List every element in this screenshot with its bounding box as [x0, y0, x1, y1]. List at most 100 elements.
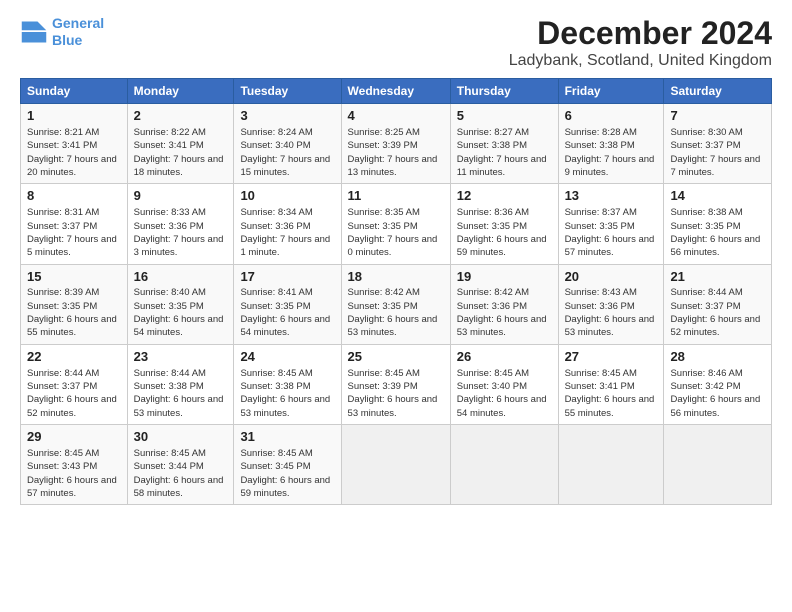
day-detail: Sunrise: 8:46 AMSunset: 3:42 PMDaylight:…	[670, 368, 760, 419]
day-detail: Sunrise: 8:45 AMSunset: 3:44 PMDaylight:…	[134, 448, 224, 499]
day-detail: Sunrise: 8:45 AMSunset: 3:41 PMDaylight:…	[565, 368, 655, 419]
subtitle: Ladybank, Scotland, United Kingdom	[509, 52, 772, 70]
day-number: 9	[134, 188, 228, 205]
header-day: Tuesday	[234, 79, 341, 104]
day-detail: Sunrise: 8:22 AMSunset: 3:41 PMDaylight:…	[134, 127, 224, 178]
day-detail: Sunrise: 8:45 AMSunset: 3:45 PMDaylight:…	[240, 448, 330, 499]
calendar-cell: 3 Sunrise: 8:24 AMSunset: 3:40 PMDayligh…	[234, 104, 341, 184]
calendar-cell	[664, 425, 772, 505]
header-day: Saturday	[664, 79, 772, 104]
day-detail: Sunrise: 8:30 AMSunset: 3:37 PMDaylight:…	[670, 127, 760, 178]
calendar-cell: 29 Sunrise: 8:45 AMSunset: 3:43 PMDaylig…	[21, 425, 128, 505]
day-number: 12	[457, 188, 552, 205]
logo-text: General Blue	[52, 15, 104, 49]
calendar-cell	[341, 425, 450, 505]
page-container: General Blue December 2024 Ladybank, Sco…	[0, 0, 792, 515]
header: General Blue December 2024 Ladybank, Sco…	[20, 15, 772, 70]
calendar-cell: 8 Sunrise: 8:31 AMSunset: 3:37 PMDayligh…	[21, 184, 128, 264]
day-detail: Sunrise: 8:28 AMSunset: 3:38 PMDaylight:…	[565, 127, 655, 178]
day-detail: Sunrise: 8:34 AMSunset: 3:36 PMDaylight:…	[240, 207, 330, 258]
calendar-week-row: 15 Sunrise: 8:39 AMSunset: 3:35 PMDaylig…	[21, 264, 772, 344]
calendar-cell: 31 Sunrise: 8:45 AMSunset: 3:45 PMDaylig…	[234, 425, 341, 505]
day-number: 28	[670, 349, 765, 366]
day-detail: Sunrise: 8:44 AMSunset: 3:37 PMDaylight:…	[670, 287, 760, 338]
day-number: 7	[670, 108, 765, 125]
calendar-week-row: 8 Sunrise: 8:31 AMSunset: 3:37 PMDayligh…	[21, 184, 772, 264]
day-number: 10	[240, 188, 334, 205]
header-day: Thursday	[450, 79, 558, 104]
day-number: 2	[134, 108, 228, 125]
day-number: 21	[670, 269, 765, 286]
calendar-cell: 27 Sunrise: 8:45 AMSunset: 3:41 PMDaylig…	[558, 344, 664, 424]
calendar-cell	[450, 425, 558, 505]
calendar-cell: 1 Sunrise: 8:21 AMSunset: 3:41 PMDayligh…	[21, 104, 128, 184]
day-detail: Sunrise: 8:41 AMSunset: 3:35 PMDaylight:…	[240, 287, 330, 338]
day-number: 30	[134, 429, 228, 446]
day-number: 14	[670, 188, 765, 205]
day-number: 3	[240, 108, 334, 125]
day-number: 24	[240, 349, 334, 366]
logo-line1: General	[52, 15, 104, 31]
logo-icon	[20, 18, 48, 46]
calendar-cell: 7 Sunrise: 8:30 AMSunset: 3:37 PMDayligh…	[664, 104, 772, 184]
day-number: 4	[348, 108, 444, 125]
day-detail: Sunrise: 8:42 AMSunset: 3:36 PMDaylight:…	[457, 287, 547, 338]
day-detail: Sunrise: 8:21 AMSunset: 3:41 PMDaylight:…	[27, 127, 117, 178]
main-title: December 2024	[509, 15, 772, 52]
day-number: 5	[457, 108, 552, 125]
day-number: 1	[27, 108, 121, 125]
calendar-cell: 21 Sunrise: 8:44 AMSunset: 3:37 PMDaylig…	[664, 264, 772, 344]
day-number: 22	[27, 349, 121, 366]
day-number: 29	[27, 429, 121, 446]
day-detail: Sunrise: 8:45 AMSunset: 3:39 PMDaylight:…	[348, 368, 438, 419]
calendar-week-row: 29 Sunrise: 8:45 AMSunset: 3:43 PMDaylig…	[21, 425, 772, 505]
day-detail: Sunrise: 8:42 AMSunset: 3:35 PMDaylight:…	[348, 287, 438, 338]
day-number: 18	[348, 269, 444, 286]
calendar-cell: 25 Sunrise: 8:45 AMSunset: 3:39 PMDaylig…	[341, 344, 450, 424]
calendar-cell: 16 Sunrise: 8:40 AMSunset: 3:35 PMDaylig…	[127, 264, 234, 344]
calendar-week-row: 22 Sunrise: 8:44 AMSunset: 3:37 PMDaylig…	[21, 344, 772, 424]
day-number: 16	[134, 269, 228, 286]
calendar-cell: 12 Sunrise: 8:36 AMSunset: 3:35 PMDaylig…	[450, 184, 558, 264]
calendar-week-row: 1 Sunrise: 8:21 AMSunset: 3:41 PMDayligh…	[21, 104, 772, 184]
calendar-cell: 13 Sunrise: 8:37 AMSunset: 3:35 PMDaylig…	[558, 184, 664, 264]
calendar-cell: 2 Sunrise: 8:22 AMSunset: 3:41 PMDayligh…	[127, 104, 234, 184]
header-day: Monday	[127, 79, 234, 104]
calendar-cell: 9 Sunrise: 8:33 AMSunset: 3:36 PMDayligh…	[127, 184, 234, 264]
calendar-cell: 17 Sunrise: 8:41 AMSunset: 3:35 PMDaylig…	[234, 264, 341, 344]
calendar-cell: 20 Sunrise: 8:43 AMSunset: 3:36 PMDaylig…	[558, 264, 664, 344]
logo-line2: Blue	[52, 32, 82, 48]
calendar-cell: 14 Sunrise: 8:38 AMSunset: 3:35 PMDaylig…	[664, 184, 772, 264]
day-detail: Sunrise: 8:36 AMSunset: 3:35 PMDaylight:…	[457, 207, 547, 258]
calendar-cell: 28 Sunrise: 8:46 AMSunset: 3:42 PMDaylig…	[664, 344, 772, 424]
day-detail: Sunrise: 8:24 AMSunset: 3:40 PMDaylight:…	[240, 127, 330, 178]
day-detail: Sunrise: 8:25 AMSunset: 3:39 PMDaylight:…	[348, 127, 438, 178]
calendar-cell: 18 Sunrise: 8:42 AMSunset: 3:35 PMDaylig…	[341, 264, 450, 344]
day-detail: Sunrise: 8:43 AMSunset: 3:36 PMDaylight:…	[565, 287, 655, 338]
calendar-cell: 6 Sunrise: 8:28 AMSunset: 3:38 PMDayligh…	[558, 104, 664, 184]
day-detail: Sunrise: 8:45 AMSunset: 3:40 PMDaylight:…	[457, 368, 547, 419]
day-detail: Sunrise: 8:31 AMSunset: 3:37 PMDaylight:…	[27, 207, 117, 258]
day-number: 23	[134, 349, 228, 366]
day-number: 26	[457, 349, 552, 366]
day-detail: Sunrise: 8:35 AMSunset: 3:35 PMDaylight:…	[348, 207, 438, 258]
day-number: 11	[348, 188, 444, 205]
calendar-cell: 11 Sunrise: 8:35 AMSunset: 3:35 PMDaylig…	[341, 184, 450, 264]
calendar-cell	[558, 425, 664, 505]
day-detail: Sunrise: 8:39 AMSunset: 3:35 PMDaylight:…	[27, 287, 117, 338]
day-detail: Sunrise: 8:45 AMSunset: 3:43 PMDaylight:…	[27, 448, 117, 499]
calendar-cell: 26 Sunrise: 8:45 AMSunset: 3:40 PMDaylig…	[450, 344, 558, 424]
day-detail: Sunrise: 8:40 AMSunset: 3:35 PMDaylight:…	[134, 287, 224, 338]
calendar-cell: 23 Sunrise: 8:44 AMSunset: 3:38 PMDaylig…	[127, 344, 234, 424]
calendar-cell: 22 Sunrise: 8:44 AMSunset: 3:37 PMDaylig…	[21, 344, 128, 424]
day-number: 27	[565, 349, 658, 366]
day-detail: Sunrise: 8:37 AMSunset: 3:35 PMDaylight:…	[565, 207, 655, 258]
header-day: Wednesday	[341, 79, 450, 104]
calendar-cell: 19 Sunrise: 8:42 AMSunset: 3:36 PMDaylig…	[450, 264, 558, 344]
day-number: 25	[348, 349, 444, 366]
day-number: 20	[565, 269, 658, 286]
day-detail: Sunrise: 8:38 AMSunset: 3:35 PMDaylight:…	[670, 207, 760, 258]
header-day: Friday	[558, 79, 664, 104]
day-number: 19	[457, 269, 552, 286]
calendar-cell: 4 Sunrise: 8:25 AMSunset: 3:39 PMDayligh…	[341, 104, 450, 184]
